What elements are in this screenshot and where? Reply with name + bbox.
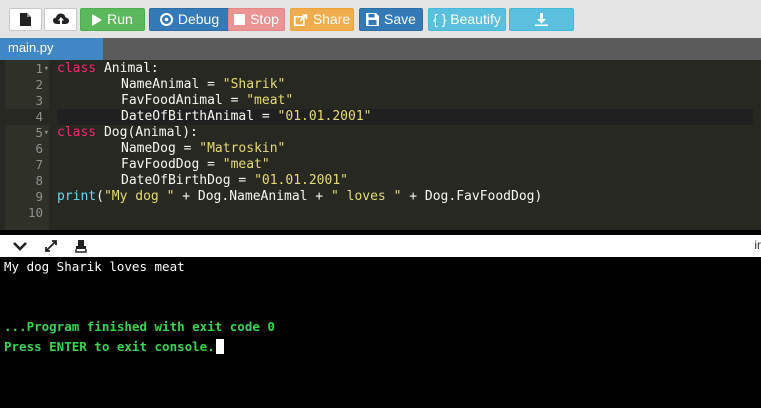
gutter-line: 7 — [35, 157, 43, 172]
code-line: print("My dog " + Dog.NameAnimal + " lov… — [57, 189, 543, 204]
tab-bar-fill — [103, 38, 761, 60]
code-line-active: DateOfBirthAnimal = "01.01.2001" — [57, 109, 753, 125]
new-file-button[interactable] — [9, 8, 42, 31]
file-icon — [20, 13, 31, 26]
save-label: Save — [384, 11, 416, 27]
download-icon — [535, 13, 548, 26]
fold-arrow-icon[interactable]: ▾ — [44, 125, 49, 141]
gutter-line: 8 — [35, 173, 43, 188]
expand-icon[interactable] — [43, 239, 59, 253]
code-editor[interactable]: 1 ▾ 2 3 4 5 ▾ 6 7 8 9 10 class Animal: Nam… — [0, 60, 761, 230]
floppy-icon — [366, 13, 380, 26]
share-icon — [293, 13, 308, 26]
tab-main-py[interactable]: main.py — [0, 38, 103, 60]
console-output[interactable]: My dog Sharik loves meat ...Program fini… — [0, 257, 761, 408]
console-output-line: My dog Sharik loves meat — [4, 259, 185, 274]
save-button[interactable]: Save — [359, 8, 423, 31]
share-label: Share — [312, 11, 351, 27]
gear-icon — [159, 13, 173, 26]
code-line: FavFoodAnimal = "meat" — [121, 93, 294, 108]
eraser-icon[interactable] — [73, 239, 89, 253]
console-header-edge-text: ir — [754, 238, 761, 252]
console-header: ir — [0, 235, 761, 257]
fold-arrow-icon[interactable]: ▾ — [44, 61, 49, 77]
gutter-line: 4 — [5, 109, 49, 125]
stop-button[interactable]: Stop — [228, 8, 285, 31]
code-line: class Dog(Animal): — [57, 125, 198, 140]
upload-icon — [52, 13, 69, 24]
code-line: FavFoodDog = "meat" — [121, 157, 270, 172]
code-line: NameDog = "Matroskin" — [121, 141, 286, 156]
debug-label: Debug — [177, 11, 220, 27]
gutter-line: 10 — [27, 205, 43, 220]
gutter-line: 9 — [35, 189, 43, 204]
play-icon — [92, 13, 103, 26]
upload-button[interactable] — [44, 8, 77, 31]
code-line: DateOfBirthDog = "01.01.2001" — [121, 173, 348, 188]
chevron-down-icon[interactable] — [12, 239, 28, 253]
download-button[interactable] — [509, 8, 574, 31]
beautify-label: { } Beautify — [433, 11, 501, 27]
gutter-line: 3 — [35, 93, 43, 108]
run-button[interactable]: Run — [80, 8, 145, 31]
share-button[interactable]: Share — [290, 8, 354, 31]
console-exit-line: ...Program finished with exit code 0 — [4, 319, 275, 334]
file-tab-bar: main.py — [0, 38, 761, 60]
gutter-line: 1 ▾ — [35, 61, 49, 77]
run-label: Run — [107, 11, 133, 27]
gutter-line: 6 — [35, 141, 43, 156]
console-cursor — [215, 339, 224, 354]
debug-button[interactable]: Debug — [149, 8, 230, 31]
toolbar: Run Debug Stop Share Save { } Beautify — [0, 0, 761, 38]
stop-icon — [234, 14, 246, 25]
gutter-line: 2 — [35, 77, 43, 92]
console-press-enter-line: Press ENTER to exit console. — [4, 339, 224, 355]
code-line: class Animal: — [57, 61, 159, 76]
beautify-button[interactable]: { } Beautify — [428, 8, 506, 31]
stop-label: Stop — [250, 11, 279, 27]
code-area[interactable]: class Animal: NameAnimal = "Sharik" FavF… — [57, 60, 753, 230]
gutter-line: 5 ▾ — [35, 125, 49, 141]
code-line: NameAnimal = "Sharik" — [121, 77, 286, 92]
line-number-gutter: 1 ▾ 2 3 4 5 ▾ 6 7 8 9 10 — [5, 60, 49, 230]
